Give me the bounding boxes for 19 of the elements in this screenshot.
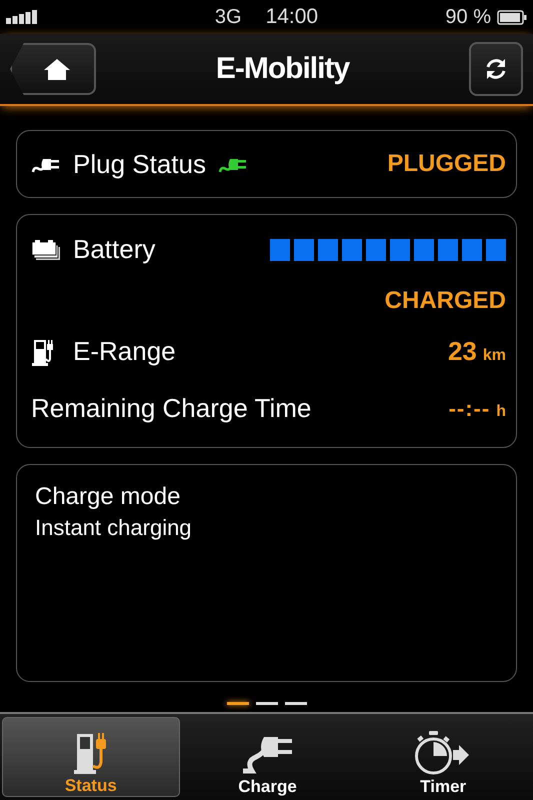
remaining-time-unit: h [496, 402, 506, 420]
battery-label: Battery [73, 234, 156, 265]
tab[interactable]: Status [2, 717, 180, 797]
remaining-time-value: --:-- [448, 396, 490, 422]
battery-percent: 90 % [445, 6, 491, 28]
screen-title: E-Mobility [216, 52, 350, 86]
e-range-label: E-Range [73, 336, 176, 367]
plug-status-label: Plug Status [73, 148, 206, 180]
tab[interactable]: Timer [355, 717, 532, 797]
tab[interactable]: Charge [180, 717, 356, 797]
network-type: 3G [214, 6, 242, 28]
e-range-value: 23 [448, 336, 477, 367]
battery-status: CHARGED [384, 286, 506, 314]
plug-status-value: PLUGGED [387, 150, 506, 178]
charge-mode-value: Instant charging [35, 515, 192, 541]
remaining-charge-time-label: Remaining Charge Time [31, 393, 312, 424]
charge-mode-title: Charge mode [35, 483, 180, 511]
e-range-unit: km [482, 347, 506, 365]
clock: 14:00 [266, 5, 318, 28]
